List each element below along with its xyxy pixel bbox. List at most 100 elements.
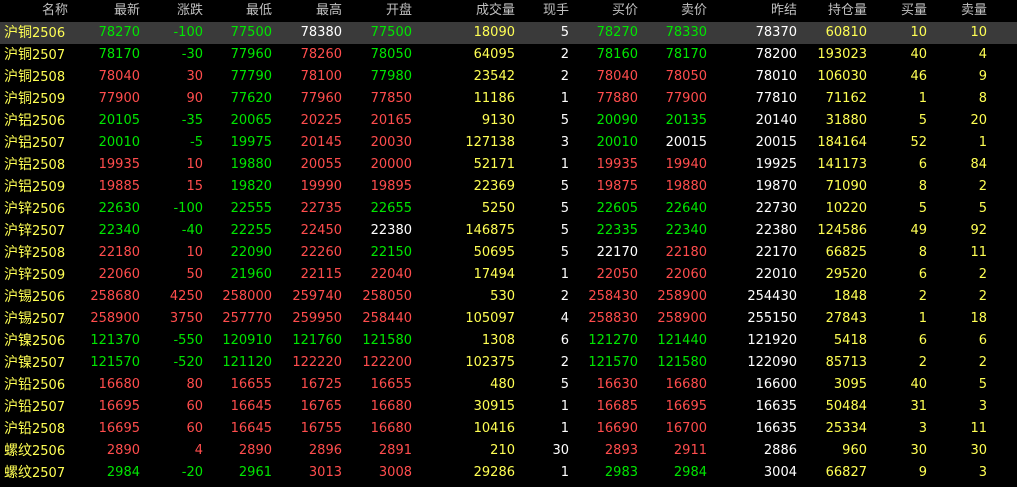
ask-price-cell: 16700 [665, 421, 707, 436]
high-price-cell: 259740 [292, 289, 342, 304]
table-row[interactable]: 沪铝2507 20010 -5 19975 20145 20030 127138 3 20010… [0, 132, 1017, 154]
table-row[interactable]: 沪铝2506 20105 -35 20065 20225 20165 9130 5 20090 2… [0, 110, 1017, 132]
column-header-current-hand[interactable]: 现手 [528, 0, 569, 22]
ask-qty-cell: 2 [978, 355, 987, 370]
column-header-change[interactable]: 涨跌 [150, 0, 203, 22]
column-header-open[interactable]: 开盘 [350, 0, 412, 22]
volume-cell: 52171 [473, 157, 515, 172]
change-cell: -5 [190, 135, 203, 150]
contract-name: 沪铝 [4, 157, 32, 173]
high-price-cell: 16755 [300, 421, 342, 436]
table-row[interactable]: 沪铝2509 19885 15 19820 19990 19895 22369 5 19875 1… [0, 176, 1017, 198]
last-price-cell: 258680 [90, 289, 140, 304]
column-header-low[interactable]: 最低 [212, 0, 272, 22]
contract-code: 2508 [32, 246, 66, 261]
contract-code: 2507 [32, 400, 66, 415]
table-row[interactable]: 沪铜2508 78040 30 77790 78100 77980 23542 2 78040 7… [0, 66, 1017, 88]
contract-name: 沪锌 [4, 223, 32, 239]
column-header-bid-qty[interactable]: 买量 [876, 0, 927, 22]
low-price-cell: 16645 [230, 399, 272, 414]
last-price-cell: 16695 [98, 421, 140, 436]
column-header-ask[interactable]: 卖价 [648, 0, 707, 22]
column-header-ask-qty[interactable]: 卖量 [936, 0, 987, 22]
high-price-cell: 78380 [300, 25, 342, 40]
column-header-volume[interactable]: 成交量 [440, 0, 515, 22]
high-price-cell: 20225 [300, 113, 342, 128]
open-interest-cell: 106030 [817, 69, 867, 84]
bid-qty-cell: 6 [918, 157, 927, 172]
bid-price-cell: 77880 [596, 91, 638, 106]
table-row[interactable]: 沪铅2507 16695 60 16645 16765 16680 30915 1 16685 1… [0, 396, 1017, 418]
contract-name-cell: 螺纹2507 [4, 462, 65, 484]
open-interest-cell: 60810 [825, 25, 867, 40]
current-hand-cell: 30 [552, 443, 569, 458]
column-header-open-interest[interactable]: 持仓量 [806, 0, 867, 22]
ask-price-cell: 2911 [673, 443, 707, 458]
bid-qty-cell: 1 [918, 91, 927, 106]
table-row[interactable]: 螺纹2506 2890 4 2890 2896 2891 210 30 2893 2911 2886… [0, 440, 1017, 462]
open-interest-cell: 193023 [817, 47, 867, 62]
table-row[interactable]: 沪铝2508 19935 10 19880 20055 20000 52171 1 19935 1… [0, 154, 1017, 176]
prev-settle-cell: 22010 [755, 267, 797, 282]
change-cell: -520 [173, 355, 203, 370]
bid-price-cell: 258830 [588, 311, 638, 326]
low-price-cell: 77790 [230, 69, 272, 84]
low-price-cell: 20065 [230, 113, 272, 128]
prev-settle-cell: 255150 [747, 311, 797, 326]
open-price-cell: 3008 [378, 465, 412, 480]
prev-settle-cell: 78200 [755, 47, 797, 62]
ask-qty-cell: 9 [978, 69, 987, 84]
table-row[interactable]: 螺纹2507 2984 -20 2961 3013 3008 29286 1 2983 2984 3… [0, 462, 1017, 484]
contract-name: 沪锌 [4, 267, 32, 283]
table-row[interactable]: 沪铅2506 16680 80 16655 16725 16655 480 5 16630 166… [0, 374, 1017, 396]
current-hand-cell: 2 [560, 69, 569, 84]
column-header-prev-settle[interactable]: 昨结 [726, 0, 797, 22]
change-cell: 3750 [169, 311, 203, 326]
table-row[interactable]: 沪铅2508 16695 60 16645 16755 16680 10416 1 16690 1… [0, 418, 1017, 440]
current-hand-cell: 1 [560, 399, 569, 414]
open-price-cell: 16655 [370, 377, 412, 392]
bid-qty-cell: 6 [918, 333, 927, 348]
contract-name-cell: 沪锌2508 [4, 242, 65, 264]
table-row[interactable]: 沪铜2507 78170 -30 77960 78260 78050 64095 2 78160… [0, 44, 1017, 66]
table-row[interactable]: 沪锡2506 258680 4250 258000 259740 258050 530 2 25… [0, 286, 1017, 308]
table-row[interactable]: 沪锌2509 22060 50 21960 22115 22040 17494 1 22050 2… [0, 264, 1017, 286]
table-row[interactable]: 沪铜2509 77900 90 77620 77960 77850 11186 1 77880 7… [0, 88, 1017, 110]
contract-code: 2508 [32, 70, 66, 85]
column-header-high[interactable]: 最高 [282, 0, 342, 22]
last-price-cell: 2984 [106, 465, 140, 480]
volume-cell: 1308 [481, 333, 515, 348]
open-interest-cell: 5418 [833, 333, 867, 348]
last-price-cell: 22340 [98, 223, 140, 238]
low-price-cell: 22255 [230, 223, 272, 238]
bid-qty-cell: 8 [918, 179, 927, 194]
table-row[interactable]: 沪锌2508 22180 10 22090 22260 22150 50695 5 22170 2… [0, 242, 1017, 264]
table-row[interactable]: 沪锡2507 258900 3750 257770 259950 258440 105097… [0, 308, 1017, 330]
table-row[interactable]: 沪镍2507 121570 -520 121120 122220 122200 102375… [0, 352, 1017, 374]
volume-cell: 64095 [473, 47, 515, 62]
open-interest-cell: 10220 [825, 201, 867, 216]
current-hand-cell: 2 [560, 355, 569, 370]
bid-qty-cell: 8 [918, 245, 927, 260]
ask-price-cell: 121440 [657, 333, 707, 348]
bid-qty-cell: 1 [918, 311, 927, 326]
column-header-bid[interactable]: 买价 [578, 0, 638, 22]
current-hand-cell: 5 [560, 245, 569, 260]
contract-name: 沪锌 [4, 245, 32, 261]
bid-price-cell: 20010 [596, 135, 638, 150]
table-row[interactable]: 沪锌2506 22630 -100 22555 22735 22655 5250 5 22605… [0, 198, 1017, 220]
column-header-name[interactable]: 名称 [42, 0, 68, 22]
table-row[interactable]: 沪锌2507 22340 -40 22255 22450 22380 146875 5 2233… [0, 220, 1017, 242]
ask-qty-cell: 6 [978, 333, 987, 348]
column-header-last[interactable]: 最新 [76, 0, 140, 22]
open-price-cell: 78050 [370, 47, 412, 62]
contract-code: 2507 [32, 356, 66, 371]
table-row[interactable]: 沪铜2506 78270 -100 77500 78380 77500 18090 5 7827… [0, 22, 1017, 44]
contract-name: 沪镍 [4, 333, 32, 349]
contract-name-cell: 沪锡2507 [4, 308, 65, 330]
prev-settle-cell: 16600 [755, 377, 797, 392]
bid-qty-cell: 30 [910, 443, 927, 458]
current-hand-cell: 1 [560, 157, 569, 172]
current-hand-cell: 6 [560, 333, 569, 348]
table-row[interactable]: 沪镍2506 121370 -550 120910 121760 121580 1308 6 1… [0, 330, 1017, 352]
